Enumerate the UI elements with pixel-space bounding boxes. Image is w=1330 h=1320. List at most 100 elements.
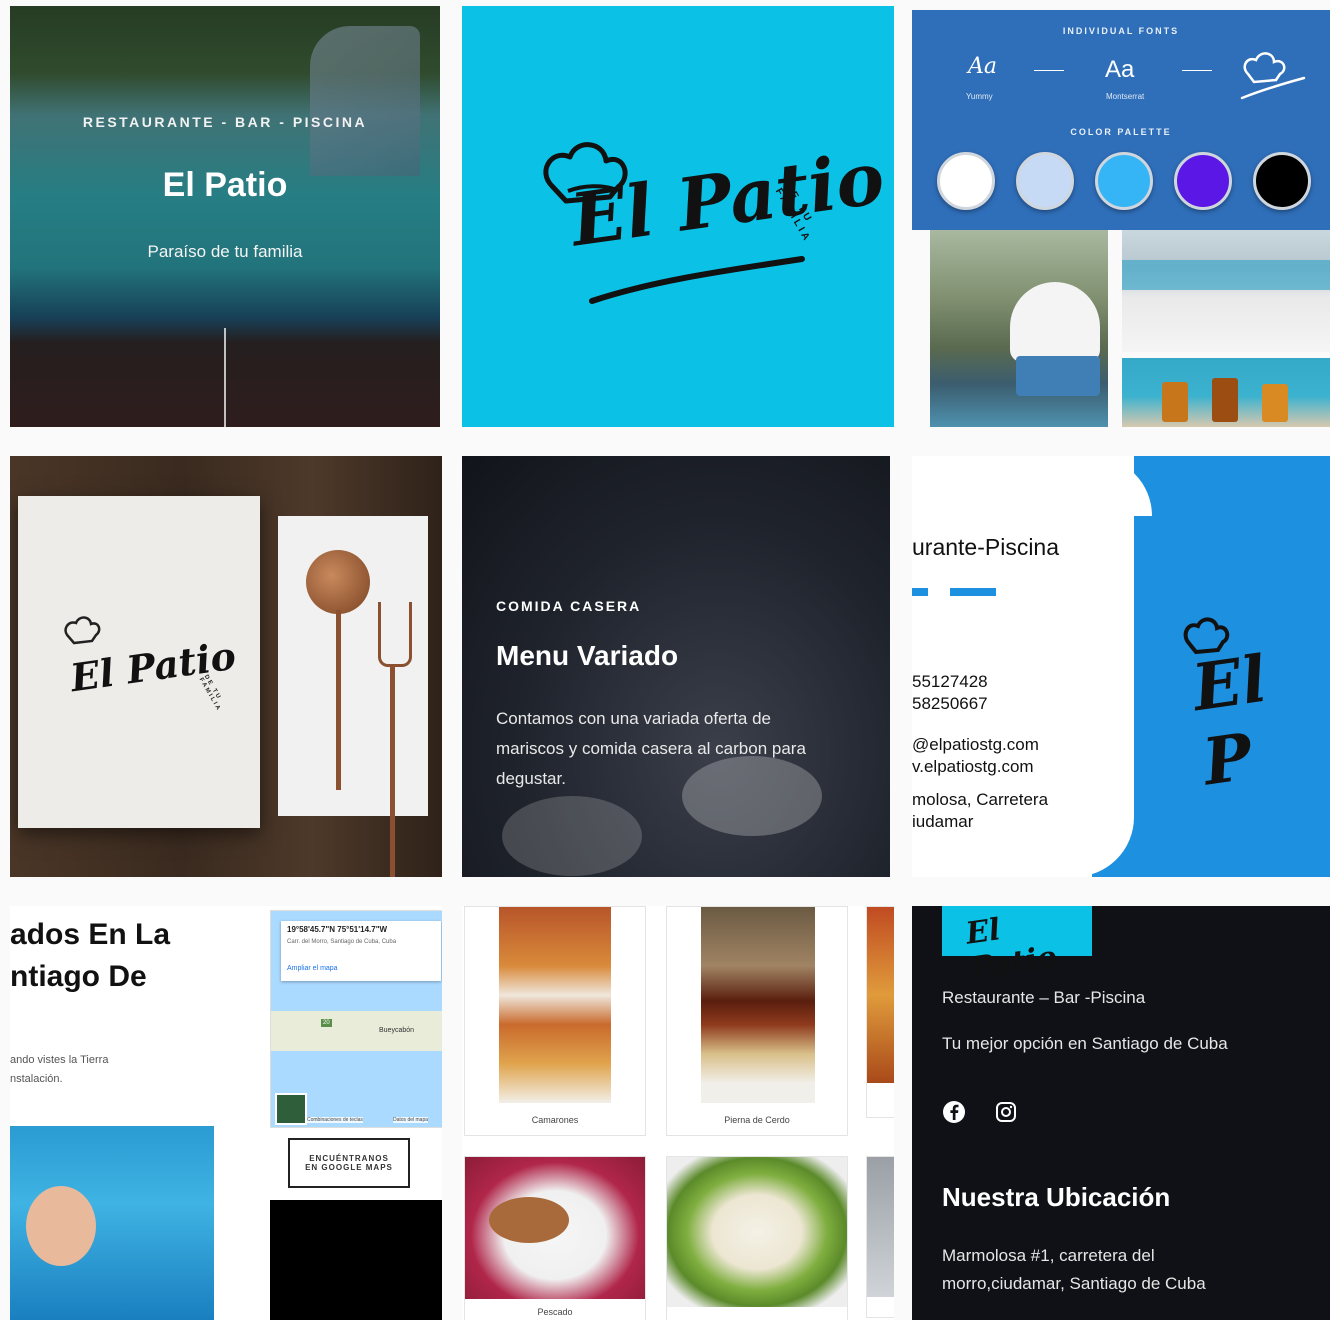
- swatch-black: [1253, 152, 1311, 210]
- photo-family-dining: [1122, 230, 1330, 352]
- footer-heading: Nuestra Ubicación: [942, 1182, 1171, 1212]
- dish-photo-pork: [701, 907, 815, 1103]
- card-heading: urante-Piscina: [912, 534, 1060, 560]
- dish-card[interactable]: [666, 1156, 848, 1320]
- menu-eyebrow: COMIDA CASERA: [496, 598, 642, 614]
- instagram-icon[interactable]: [994, 1100, 1018, 1124]
- menu-title: Menu Variado: [496, 640, 679, 671]
- loc-heading-2: ntiago De: [10, 960, 147, 993]
- dish-card-partial[interactable]: [866, 906, 894, 1118]
- map-footer-keys[interactable]: Combinaciones de teclas: [307, 1117, 363, 1123]
- swatch-violet: [1174, 152, 1232, 210]
- dish-card[interactable]: Camarones: [464, 906, 646, 1136]
- font2-sample: Aa: [1105, 56, 1135, 83]
- photo-child-swimming: [10, 1126, 214, 1320]
- footer-addr2: morro,ciudamar, Santiago de Cuba: [942, 1274, 1206, 1293]
- map-footer-data[interactable]: Datos del mapa: [393, 1117, 429, 1123]
- chef-hat-shape: [1010, 282, 1100, 362]
- tile-menu-variado[interactable]: COMIDA CASERA Menu Variado Contamos con …: [462, 456, 890, 877]
- fish-shape: [489, 1197, 569, 1243]
- beer-glass: [1162, 382, 1188, 422]
- beer-glass: [1212, 378, 1238, 422]
- spoon-bowl: [306, 550, 370, 614]
- dish-photo-partial: [867, 1157, 894, 1297]
- card-dash: [912, 588, 928, 596]
- dish-photo-partial: [867, 907, 894, 1083]
- dish-label: Pierna de Cerdo: [724, 1115, 790, 1125]
- font1-sample: Aa: [968, 54, 998, 79]
- hero-subtitle: Paraíso de tu familia: [147, 242, 303, 261]
- dish-card-partial[interactable]: [866, 1156, 894, 1318]
- tile-brand-guide[interactable]: INDIVIDUAL FONTS Aa Yummy Aa Montserrat …: [912, 6, 1330, 427]
- footer-addr1: Marmolosa #1, carretera del: [942, 1246, 1155, 1265]
- photo-beers: [1122, 358, 1330, 427]
- card-logo: El P: [1188, 641, 1272, 801]
- font2-name: Montserrat: [1106, 92, 1145, 101]
- fork-head: [378, 602, 412, 667]
- tile-pool-hero[interactable]: RESTAURANTE - BAR - PISCINA El Patio Par…: [10, 6, 440, 427]
- card-phone1: 55127428: [912, 672, 988, 691]
- beer-glass: [1262, 384, 1288, 422]
- map-enlarge-link[interactable]: Ampliar el mapa: [287, 965, 338, 972]
- hat-band: [1016, 356, 1100, 396]
- divider: [1182, 70, 1212, 71]
- swatch-white: [937, 152, 995, 210]
- chef-hat-icon: [1240, 52, 1306, 100]
- card-phone2: 58250667: [912, 694, 988, 713]
- footer-line1: Restaurante – Bar -Piscina: [942, 988, 1146, 1007]
- map-road-badge: 20: [321, 1019, 332, 1027]
- brand-panel: INDIVIDUAL FONTS Aa Yummy Aa Montserrat …: [912, 10, 1330, 230]
- tile-logo-cyan[interactable]: El Patio DE TU FAMILIA: [462, 6, 894, 427]
- pool-strip: [1122, 260, 1330, 290]
- map-coords: 19°58'45.7"N 75°51'14.7"W: [287, 925, 388, 934]
- card-web: v.elpatiostg.com: [912, 757, 1034, 776]
- divider: [1034, 70, 1064, 71]
- footer-line2: Tu mejor opción en Santiago de Cuba: [942, 1034, 1228, 1053]
- dish-photo-fish: [465, 1157, 645, 1299]
- plate-shape: [502, 796, 642, 876]
- map-embed[interactable]: Bueycabón 20 19°58'45.7"N 75°51'14.7"W C…: [270, 910, 442, 1128]
- menu-logo-arc: DE TU FAMILIA: [197, 674, 222, 713]
- map-info-card: 19°58'45.7"N 75°51'14.7"W Carr. del Morr…: [281, 921, 441, 981]
- tile-location[interactable]: ados En La ntiago De ando vistes la Tier…: [10, 906, 442, 1320]
- footer-logo: El Patio: [963, 912, 1060, 987]
- dish-label: Pescado: [537, 1307, 573, 1317]
- card-dash: [950, 588, 996, 596]
- swatch-light-blue: [1016, 152, 1074, 210]
- dish-photo-salad: [667, 1157, 847, 1307]
- swatch-sky-blue: [1095, 152, 1153, 210]
- map-satellite-toggle[interactable]: [275, 1093, 307, 1125]
- fork-handle: [390, 664, 395, 877]
- dish-card[interactable]: Pescado: [464, 1156, 646, 1320]
- tile-dishes[interactable]: Camarones Pierna de Cerdo Pescado: [462, 906, 894, 1320]
- facebook-icon[interactable]: [942, 1100, 966, 1124]
- dish-photo-shrimp: [499, 907, 611, 1103]
- loc-body-2: nstalación.: [10, 1073, 63, 1085]
- google-maps-button[interactable]: ENCUÉNTRANOS EN GOOGLE MAPS: [288, 1138, 410, 1188]
- child-face: [26, 1186, 96, 1266]
- fonts-heading: INDIVIDUAL FONTS: [1062, 26, 1180, 36]
- tile-footer[interactable]: El Patio Restaurante – Bar -Piscina Tu m…: [912, 906, 1330, 1320]
- tile-business-card[interactable]: urante-Piscina 55127428 58250667 @elpati…: [912, 456, 1330, 877]
- map-land: [271, 1011, 442, 1051]
- hero-title: El Patio: [162, 166, 288, 204]
- video-embed[interactable]: [270, 1200, 442, 1320]
- loc-heading-1: ados En La: [10, 918, 171, 951]
- map-address: Carr. del Morro, Santiago de Cuba, Cuba: [287, 939, 397, 945]
- card-email: @elpatiostg.com: [912, 735, 1039, 754]
- tile-menu-mockup[interactable]: El Patio DE TU FAMILIA: [10, 456, 442, 877]
- footer-logo-box: El Patio: [942, 906, 1092, 986]
- google-maps-button-label: ENCUÉNTRANOS EN GOOGLE MAPS: [305, 1154, 393, 1172]
- font1-name: Yummy: [966, 92, 993, 101]
- menu-card: El Patio DE TU FAMILIA: [18, 496, 260, 828]
- card-addr2: iudamar: [912, 812, 974, 831]
- loc-body-1: ando vistes la Tierra: [10, 1054, 109, 1066]
- card-addr1: molosa, Carretera: [912, 790, 1049, 809]
- photo-chef-hat: [930, 230, 1108, 427]
- dish-label: Camarones: [531, 1115, 579, 1125]
- hero-tagline: RESTAURANTE - BAR - PISCINA: [82, 114, 368, 130]
- dish-card[interactable]: Pierna de Cerdo: [666, 906, 848, 1136]
- palette-heading: COLOR PALETTE: [1070, 127, 1172, 137]
- map-place: Bueycabón: [379, 1027, 415, 1034]
- chef-hat-icon: [64, 616, 101, 645]
